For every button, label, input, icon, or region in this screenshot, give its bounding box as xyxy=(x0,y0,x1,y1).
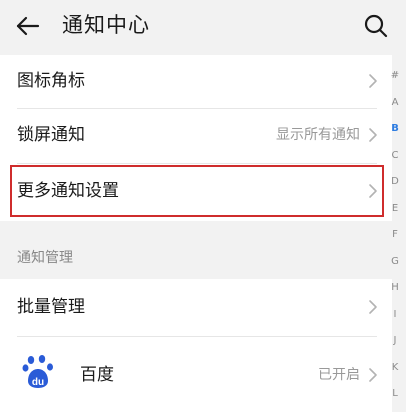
app-header: 通知中心 xyxy=(0,0,406,52)
app-name: 百度 xyxy=(80,365,114,385)
index-letter[interactable]: C xyxy=(386,150,404,162)
index-letter[interactable]: J xyxy=(386,335,404,347)
index-letter[interactable]: B xyxy=(386,123,404,135)
badge-label: 图标角标 xyxy=(17,71,85,91)
divider xyxy=(17,336,377,337)
alphabet-index[interactable]: # A B C D E F G H I J K L xyxy=(386,70,404,410)
index-letter[interactable]: E xyxy=(386,203,404,215)
index-letter[interactable]: K xyxy=(386,362,404,374)
baidu-app-row[interactable]: 百度 已开启 xyxy=(0,347,392,403)
index-letter[interactable]: A xyxy=(386,97,404,109)
section-title: 通知管理 xyxy=(17,250,73,266)
index-letter[interactable]: G xyxy=(386,256,404,268)
page-title: 通知中心 xyxy=(62,13,150,37)
manage-card: 批量管理 百度 已开启 xyxy=(0,279,392,412)
lock-screen-value: 显示所有通知 xyxy=(276,127,360,143)
baidu-paw-icon: du xyxy=(22,355,53,388)
batch-manage-row[interactable]: 批量管理 xyxy=(0,281,392,333)
badge-row[interactable]: 图标角标 xyxy=(0,55,392,107)
chevron-right-icon xyxy=(369,300,377,314)
lock-screen-label: 锁屏通知 xyxy=(17,125,85,145)
svg-text:du: du xyxy=(32,377,44,388)
chevron-right-icon xyxy=(369,368,377,382)
chevron-right-icon xyxy=(369,128,377,142)
index-letter[interactable]: L xyxy=(386,388,404,400)
index-letter[interactable]: F xyxy=(386,229,404,241)
chevron-right-icon xyxy=(369,74,377,88)
back-arrow-icon[interactable] xyxy=(14,12,42,40)
lock-screen-row[interactable]: 锁屏通知 显示所有通知 xyxy=(0,109,392,161)
index-letter[interactable]: D xyxy=(386,176,404,188)
index-letter[interactable]: H xyxy=(386,282,404,294)
index-letter[interactable]: # xyxy=(386,70,404,82)
batch-manage-label: 批量管理 xyxy=(17,297,85,317)
app-status: 已开启 xyxy=(318,367,360,383)
search-icon[interactable] xyxy=(362,12,390,40)
highlight-box xyxy=(10,165,384,217)
index-letter[interactable]: I xyxy=(386,309,404,321)
divider xyxy=(17,163,377,164)
